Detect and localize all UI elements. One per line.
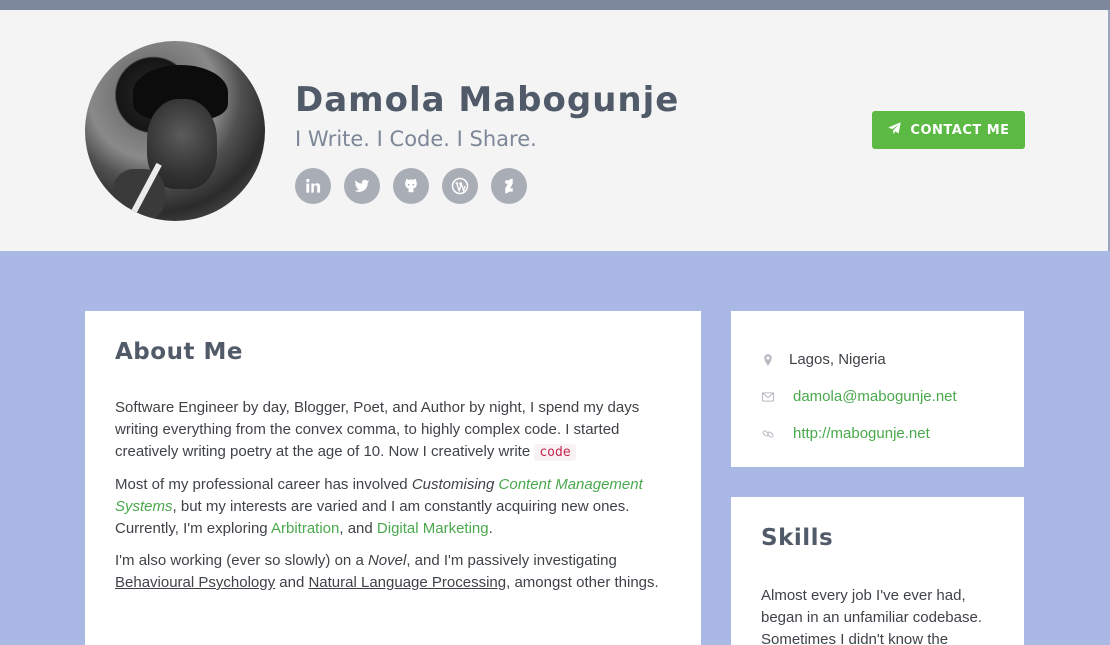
behavioural-psychology-link[interactable]: Behavioural Psychology	[115, 574, 275, 591]
top-strip	[0, 0, 1110, 10]
about-p2-em: Customising	[411, 476, 495, 493]
about-p3-text-a: I'm also working (ever so slowly) on a	[115, 552, 364, 569]
location-text: Lagos, Nigeria	[789, 351, 886, 368]
about-p3-text-b: , and I'm passively investigating	[406, 552, 617, 569]
about-p3-em: Novel	[367, 552, 407, 569]
skills-card: Skills Almost every job I've ever had, b…	[731, 497, 1024, 645]
arbitration-link[interactable]: Arbitration	[271, 520, 339, 537]
contact-info-card: Lagos, Nigeria damola@mabogunje.net http…	[731, 311, 1024, 467]
map-marker-icon	[761, 353, 789, 367]
contact-me-button[interactable]: CONTACT ME	[872, 111, 1025, 149]
skills-title: Skills	[761, 525, 834, 551]
social-links	[295, 168, 527, 204]
about-paragraph-1: Software Engineer by day, Blogger, Poet,…	[115, 397, 671, 464]
paper-plane-icon	[887, 121, 902, 140]
about-paragraph-3: I'm also working (ever so slowly) on a N…	[115, 550, 671, 594]
website-row: http://mabogunje.net	[761, 415, 994, 452]
email-row: damola@mabogunje.net	[761, 378, 994, 415]
about-p2-text-c: , and	[339, 520, 373, 537]
website-link[interactable]: http://mabogunje.net	[793, 425, 930, 442]
digital-marketing-link[interactable]: Digital Marketing	[377, 520, 489, 537]
profile-tagline: I Write. I Code. I Share.	[295, 127, 537, 151]
about-title: About Me	[115, 339, 243, 365]
envelope-icon	[761, 390, 789, 404]
link-icon	[761, 427, 789, 441]
github-icon[interactable]	[393, 168, 429, 204]
deviantart-icon[interactable]	[491, 168, 527, 204]
email-link[interactable]: damola@mabogunje.net	[793, 388, 957, 405]
about-p3-text-d: , amongst other things.	[506, 574, 659, 591]
skills-text: Almost every job I've ever had, began in…	[761, 587, 982, 645]
profile-header: Damola Mabogunje I Write. I Code. I Shar…	[0, 10, 1110, 251]
wordpress-icon[interactable]	[442, 168, 478, 204]
about-card: About Me Software Engineer by day, Blogg…	[85, 311, 701, 645]
linkedin-icon[interactable]	[295, 168, 331, 204]
nlp-link[interactable]: Natural Language Processing	[308, 574, 506, 591]
about-p2-text-b: , but my interests are varied and I am c…	[115, 498, 630, 537]
about-p3-text-c: and	[279, 574, 305, 591]
location-row: Lagos, Nigeria	[761, 341, 994, 378]
about-p2-text-d: .	[488, 520, 493, 537]
contact-me-label: CONTACT ME	[910, 122, 1010, 138]
code-snippet: code	[534, 444, 576, 461]
profile-name: Damola Mabogunje	[295, 80, 680, 120]
about-paragraph-2: Most of my professional career has invol…	[115, 474, 671, 540]
about-p2-text-a: Most of my professional career has invol…	[115, 476, 408, 493]
avatar	[85, 41, 265, 221]
twitter-icon[interactable]	[344, 168, 380, 204]
